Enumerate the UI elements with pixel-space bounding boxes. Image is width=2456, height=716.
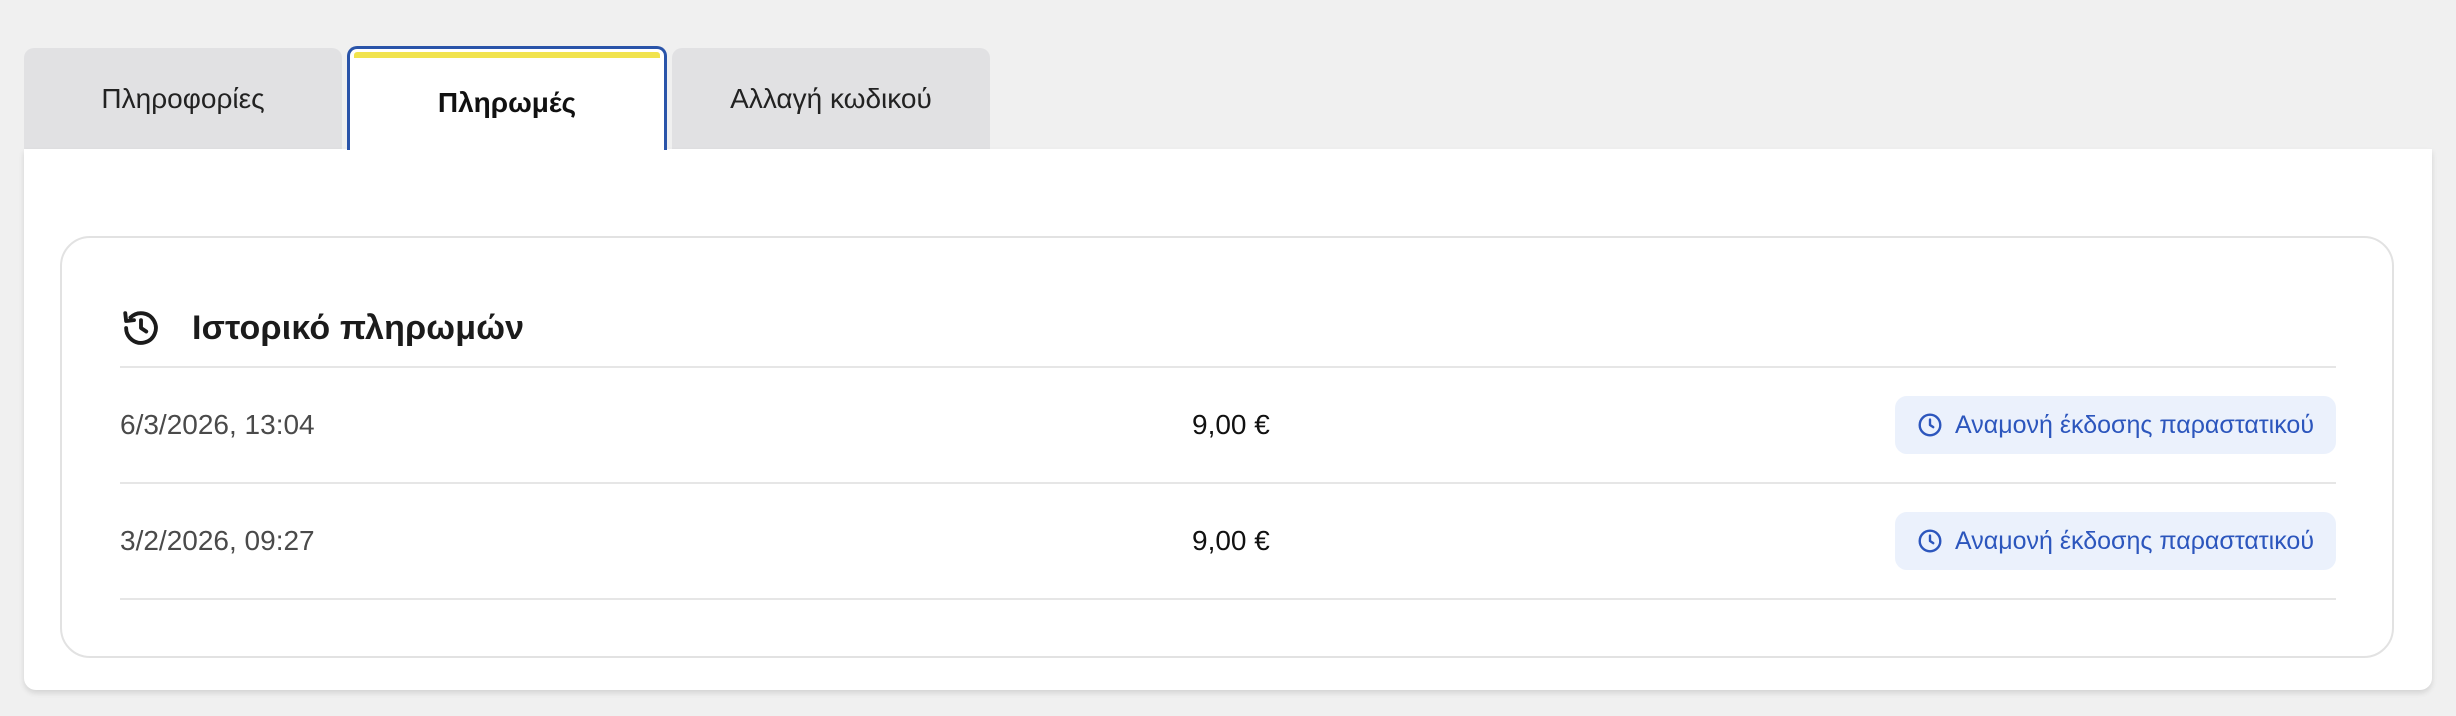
tab-label: Πληροφορίες: [101, 82, 265, 114]
clock-icon: [1917, 412, 1943, 438]
account-page: Πληροφορίες Πληρωμές Αλλαγή κωδικού Ιστο…: [24, 46, 2432, 690]
status-badge: Αναμονή έκδοσης παραστατικού: [1895, 396, 2336, 454]
tab-bar: Πληροφορίες Πληρωμές Αλλαγή κωδικού: [24, 46, 2432, 150]
tab-label: Πληρωμές: [437, 86, 577, 118]
tab-change-password[interactable]: Αλλαγή κωδικού: [672, 48, 990, 149]
payment-date: 3/2/2026, 09:27: [120, 525, 315, 556]
payment-amount: 9,00 €: [1192, 409, 1270, 440]
clock-icon: [1917, 528, 1943, 554]
payment-history-card: Ιστορικό πληρωμών 6/3/2026, 13:04 9,00 €: [60, 236, 2394, 658]
status-badge: Αναμονή έκδοσης παραστατικού: [1895, 512, 2336, 570]
payment-date: 6/3/2026, 13:04: [120, 409, 315, 440]
tab-info[interactable]: Πληροφορίες: [24, 48, 342, 149]
payment-list: 6/3/2026, 13:04 9,00 € Αναμονή έκδοσης π…: [120, 366, 2336, 600]
history-icon: [120, 307, 162, 349]
status-text: Αναμονή έκδοσης παραστατικού: [1955, 410, 2314, 439]
status-text: Αναμονή έκδοσης παραστατικού: [1955, 526, 2314, 555]
divider: [120, 598, 2336, 600]
tab-label: Αλλαγή κωδικού: [730, 82, 932, 114]
payment-row: 6/3/2026, 13:04 9,00 € Αναμονή έκδοσης π…: [120, 368, 2336, 482]
payment-row: 3/2/2026, 09:27 9,00 € Αναμονή έκδοσης π…: [120, 484, 2336, 598]
card-header: Ιστορικό πληρωμών: [120, 298, 524, 358]
payment-amount: 9,00 €: [1192, 525, 1270, 556]
card-title: Ιστορικό πληρωμών: [192, 308, 525, 347]
tab-payments[interactable]: Πληρωμές: [347, 46, 667, 150]
tab-panel-payments: Ιστορικό πληρωμών 6/3/2026, 13:04 9,00 €: [24, 149, 2432, 690]
